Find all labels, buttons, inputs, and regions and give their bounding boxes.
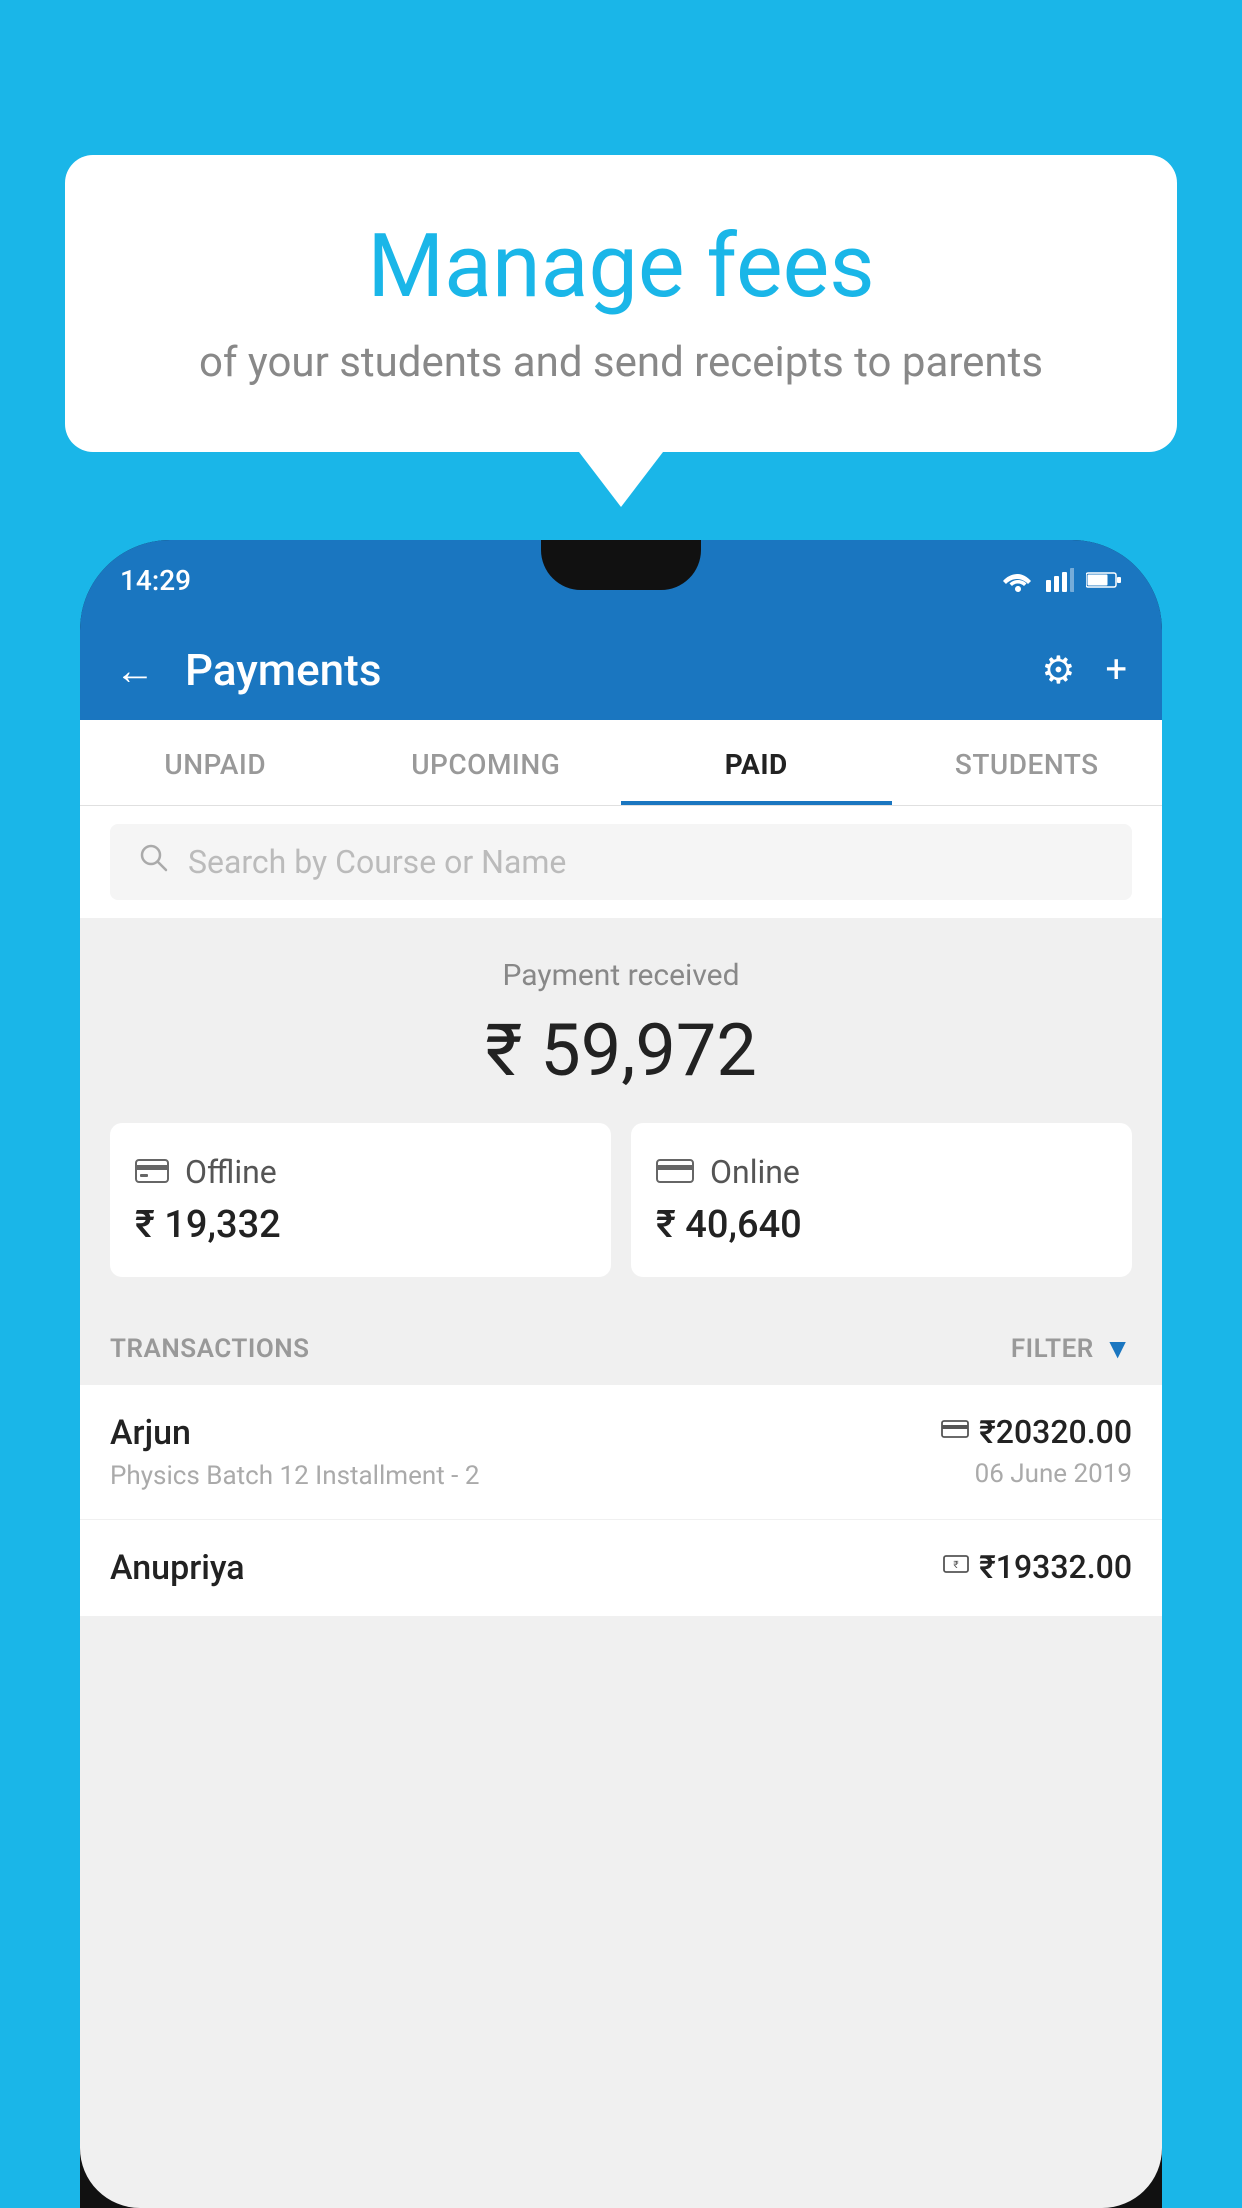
tabs-container: UNPAID UPCOMING PAID STUDENTS (80, 720, 1162, 806)
transaction-left: Arjun Physics Batch 12 Installment - 2 (110, 1413, 941, 1491)
offline-payment-card: Offline ₹ 19,332 (110, 1123, 611, 1277)
speech-bubble-subtitle: of your students and send receipts to pa… (145, 338, 1097, 387)
header-actions: ⚙ + (1041, 648, 1127, 693)
online-type-label: Online (710, 1153, 800, 1191)
tab-upcoming[interactable]: UPCOMING (351, 720, 622, 805)
phone-frame: 14:29 ← Payments ⚙ + (80, 540, 1162, 2208)
add-button[interactable]: + (1105, 648, 1127, 692)
offline-card-header: Offline (135, 1153, 586, 1191)
status-icons (1002, 568, 1122, 592)
search-bar: Search by Course or Name (80, 806, 1162, 918)
payment-cards: Offline ₹ 19,332 Online (110, 1123, 1132, 1277)
transaction-name-2: Anupriya (110, 1548, 943, 1588)
online-icon (656, 1153, 694, 1191)
card-payment-icon (941, 1417, 969, 1447)
app-header: ← Payments ⚙ + (80, 620, 1162, 720)
payment-received-label: Payment received (110, 958, 1132, 993)
transaction-date: 06 June 2019 (941, 1459, 1132, 1489)
status-time: 14:29 (120, 564, 191, 597)
transaction-row-partial[interactable]: Anupriya ₹ ₹19332.00 (80, 1520, 1162, 1616)
battery-icon (1086, 570, 1122, 590)
filter-button[interactable]: FILTER ▼ (1011, 1332, 1132, 1365)
tab-paid[interactable]: PAID (621, 720, 892, 805)
filter-icon: ▼ (1104, 1332, 1132, 1365)
transactions-label: TRANSACTIONS (110, 1334, 310, 1364)
transaction-left-2: Anupriya (110, 1548, 943, 1596)
phone-content: UNPAID UPCOMING PAID STUDENTS (80, 720, 1162, 2208)
page-title: Payments (185, 644, 1011, 696)
payment-summary: Payment received ₹ 59,972 Offline (80, 918, 1162, 1307)
settings-button[interactable]: ⚙ (1041, 648, 1075, 693)
transaction-name: Arjun (110, 1413, 941, 1453)
transaction-amount-2: ₹19332.00 (979, 1548, 1132, 1586)
transactions-list: Arjun Physics Batch 12 Installment - 2 ₹… (80, 1385, 1162, 1616)
transaction-right: ₹20320.00 06 June 2019 (941, 1413, 1132, 1489)
svg-text:₹: ₹ (954, 1560, 959, 1571)
transaction-amount-wrapper: ₹20320.00 (941, 1413, 1132, 1451)
phone-notch (541, 540, 701, 590)
speech-bubble-container: Manage fees of your students and send re… (65, 155, 1177, 507)
speech-bubble-title: Manage fees (145, 215, 1097, 318)
transaction-right-2: ₹ ₹19332.00 (943, 1548, 1132, 1586)
search-icon (138, 842, 170, 882)
cash-payment-icon: ₹ (943, 1552, 969, 1583)
speech-bubble-arrow (579, 452, 663, 507)
tab-students[interactable]: STUDENTS (892, 720, 1163, 805)
wifi-icon (1002, 568, 1034, 592)
back-button[interactable]: ← (115, 647, 155, 694)
online-payment-card: Online ₹ 40,640 (631, 1123, 1132, 1277)
signal-icon (1046, 568, 1074, 592)
transaction-row[interactable]: Arjun Physics Batch 12 Installment - 2 ₹… (80, 1385, 1162, 1520)
payment-total-amount: ₹ 59,972 (110, 1008, 1132, 1093)
online-amount: ₹ 40,640 (656, 1203, 1107, 1247)
offline-type-label: Offline (185, 1153, 277, 1191)
status-bar: 14:29 (80, 540, 1162, 620)
search-input-wrapper[interactable]: Search by Course or Name (110, 824, 1132, 900)
speech-bubble: Manage fees of your students and send re… (65, 155, 1177, 452)
filter-label: FILTER (1011, 1334, 1094, 1364)
transaction-detail: Physics Batch 12 Installment - 2 (110, 1461, 941, 1491)
partial-amount-wrapper: ₹ ₹19332.00 (943, 1548, 1132, 1586)
search-placeholder: Search by Course or Name (188, 843, 566, 881)
online-card-header: Online (656, 1153, 1107, 1191)
transaction-amount: ₹20320.00 (979, 1413, 1132, 1451)
transactions-header: TRANSACTIONS FILTER ▼ (80, 1307, 1162, 1385)
offline-amount: ₹ 19,332 (135, 1203, 586, 1247)
offline-icon (135, 1153, 169, 1191)
tab-unpaid[interactable]: UNPAID (80, 720, 351, 805)
